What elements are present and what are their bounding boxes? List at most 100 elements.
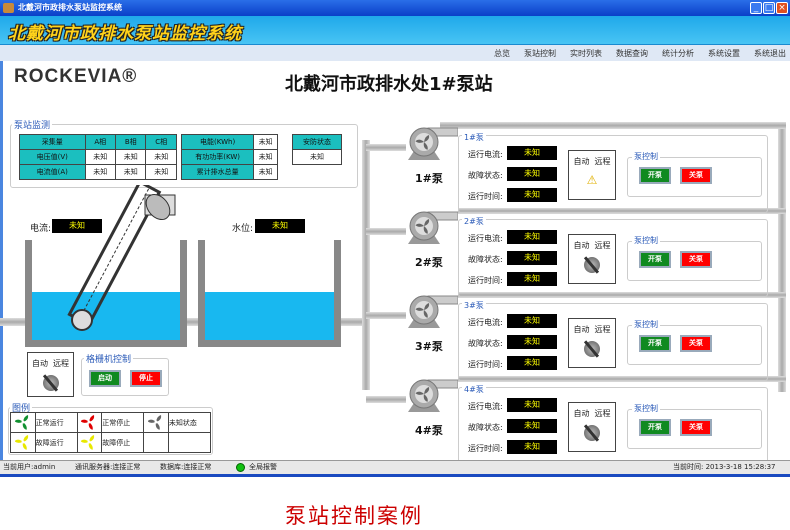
minimize-button[interactable]: _ (750, 2, 762, 14)
remote-label: 远程 (594, 157, 611, 166)
warning-icon: ⚠ (586, 173, 598, 187)
pump-time-display: 未知 (507, 188, 557, 202)
status-time: 当前时间: 2013-3-18 15:28:37 (673, 463, 776, 471)
water-level (205, 292, 334, 340)
top-header-pipe (440, 122, 786, 129)
pump-time-label: 运行时间: (468, 276, 503, 285)
selector-knob-icon[interactable] (42, 375, 59, 391)
window-title: 北戴河市政排水泵站监控系统 (18, 3, 122, 12)
pump-stop-button[interactable]: 关泵 (680, 167, 712, 184)
page-title: 北戴河市政排水处1#泵站 (285, 74, 493, 95)
pump-fault-label: 故障状态: (468, 255, 503, 264)
pump-fault-label: 故障状态: (468, 339, 503, 348)
pump-group-label: 4#泵 (462, 384, 486, 395)
table-header: A相 (84, 134, 117, 150)
pump-stop-button[interactable]: 关泵 (680, 335, 712, 352)
pump-mode-switch[interactable]: 自动 远程 ⚠ (568, 150, 616, 200)
current-label: 电流: (30, 224, 52, 234)
pump-control-label: 泵控制 (632, 403, 660, 414)
maximize-button[interactable]: □ (763, 2, 775, 14)
legend-text: 正常停止 (101, 412, 145, 433)
legend-text: 未知状态 (167, 412, 212, 433)
pump-stop-button[interactable]: 关泵 (680, 419, 712, 436)
menu-item[interactable]: 系统设置 (708, 48, 740, 59)
table-header: B相 (115, 134, 147, 150)
logo: ROCKEVIA® (14, 66, 138, 87)
selector-knob-icon[interactable] (584, 425, 600, 441)
pump-fault-display: 未知 (507, 251, 557, 265)
pump-start-button[interactable]: 开泵 (639, 167, 671, 184)
table-header: C相 (145, 134, 177, 150)
legend-text: 正常运行 (34, 412, 78, 433)
close-button[interactable]: × (776, 2, 788, 14)
security-table: 安防状态 未知 (292, 134, 342, 165)
pump-name: 1#泵 (415, 172, 443, 185)
pump-current-display: 未知 (507, 314, 557, 328)
menu-item[interactable]: 实时列表 (570, 48, 602, 59)
legend-swatch (76, 432, 103, 453)
menu-item[interactable]: 泵站控制 (524, 48, 556, 59)
pump-current-label: 运行电流: (468, 150, 503, 159)
pump-time-display: 未知 (507, 272, 557, 286)
pump-stop-button[interactable]: 关泵 (680, 251, 712, 268)
pump-start-button[interactable]: 开泵 (639, 251, 671, 268)
table-row: 电流值(A) 未知 未知 未知 (19, 164, 177, 180)
pump-current-display: 未知 (507, 230, 557, 244)
pump-mode-switch[interactable]: 自动 远程 (568, 234, 616, 284)
table-cell: 未知 (253, 134, 278, 150)
remote-label: 远程 (594, 325, 611, 334)
table-cell: 未知 (145, 164, 177, 180)
title-bar: 北戴河市政排水泵站监控系统 (0, 0, 790, 16)
security-label: 安防状态 (292, 134, 342, 150)
table-cell: 未知 (253, 149, 278, 165)
pump-group-label: 2#泵 (462, 216, 486, 227)
legend-swatch (10, 432, 36, 453)
pump-fault-display: 未知 (507, 167, 557, 181)
pump-time-label: 运行时间: (468, 444, 503, 453)
table-cell: 电能(KWh) (180, 134, 255, 150)
pump-current-label: 运行电流: (468, 402, 503, 411)
status-alarm[interactable]: 全局报警 (249, 461, 277, 474)
selector-knob-icon[interactable] (584, 341, 600, 357)
menu-item[interactable]: 数据查询 (616, 48, 648, 59)
status-user: 当前用户:admin (3, 463, 56, 471)
table-row: 电压值(V) 未知 未知 未知 (19, 149, 177, 165)
pump-name: 2#泵 (415, 256, 443, 269)
pump-start-button[interactable]: 开泵 (639, 419, 671, 436)
pump-fault-display: 未知 (507, 419, 557, 433)
pump-mode-switch[interactable]: 自动 远程 (568, 318, 616, 368)
pump-mode-switch[interactable]: 自动 远程 (568, 402, 616, 452)
phase-table: 采集量 A相 B相 C相 电压值(V) 未知 未知 未知 电流值(A) 未知 未知 未知 (19, 134, 177, 180)
table-cell: 电流值(A) (19, 164, 86, 180)
alarm-indicator-icon (236, 463, 245, 472)
table-cell: 有功功率(KW) (180, 149, 255, 165)
menu-item[interactable]: 统计分析 (662, 48, 694, 59)
legend-text: 故障停止 (101, 432, 145, 453)
energy-table: 电能(KWh) 未知 有功功率(KW) 未知 累计排水总量 未知 (180, 134, 278, 180)
pump-start-button[interactable]: 开泵 (639, 335, 671, 352)
table-row: 累计排水总量 未知 (180, 164, 278, 180)
pump-control-label: 泵控制 (632, 319, 660, 330)
grille-start-button[interactable]: 启动 (89, 370, 121, 387)
menu-item[interactable]: 系统退出 (754, 48, 786, 59)
legend-text: 故障运行 (34, 432, 78, 453)
pump-control-label: 泵控制 (632, 151, 660, 162)
auto-label: 自动 (31, 359, 48, 368)
pump-icon (408, 211, 458, 244)
selector-knob-icon[interactable] (584, 257, 600, 273)
auto-label: 自动 (573, 241, 590, 250)
pump-current-label: 运行电流: (468, 234, 503, 243)
pump-fault-label: 故障状态: (468, 171, 503, 180)
pump-icon (408, 379, 458, 412)
grille-mode-switch[interactable]: 自动 远程 (27, 352, 74, 397)
pump-current-display: 未知 (507, 398, 557, 412)
status-server: 通讯服务器:连接正常 (75, 463, 141, 471)
menu-item[interactable]: 总览 (494, 48, 510, 59)
grille-stop-button[interactable]: 停止 (130, 370, 162, 387)
pump-time-display: 未知 (507, 440, 557, 454)
legend-table: 正常运行 正常停止 未知状态故障运行 故障停止 (10, 412, 212, 453)
status-bar: 当前用户:admin 通讯服务器:连接正常 数据库:连接正常 全局报警 当前时间… (0, 460, 790, 474)
table-cell: 电压值(V) (19, 149, 86, 165)
remote-label: 远程 (594, 409, 611, 418)
auto-label: 自动 (573, 325, 590, 334)
